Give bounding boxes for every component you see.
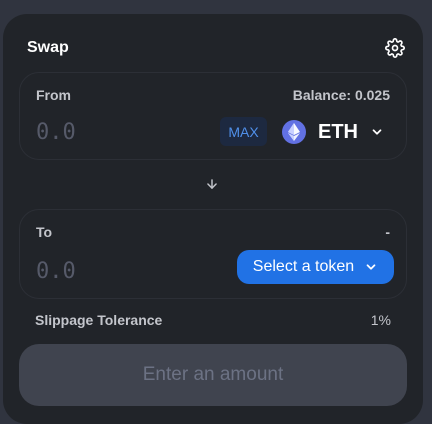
to-amount-input[interactable] — [36, 256, 186, 286]
swap-card: Swap From Balance: 0.025 MAX ETH — [3, 14, 423, 424]
to-panel: To - Select a token — [19, 209, 407, 299]
select-token-button[interactable]: Select a token — [237, 250, 394, 284]
slippage-label: Slippage Tolerance — [35, 312, 163, 328]
from-label: From — [36, 87, 71, 103]
slippage-row: Slippage Tolerance 1% — [35, 312, 391, 328]
enter-amount-button[interactable]: Enter an amount — [19, 344, 407, 406]
from-balance: Balance: 0.025 — [292, 87, 390, 103]
settings-button[interactable] — [383, 36, 407, 60]
to-label: To — [36, 224, 53, 240]
select-token-label: Select a token — [252, 258, 355, 275]
from-token-select[interactable]: ETH — [282, 117, 384, 147]
chevron-down-icon — [366, 264, 376, 270]
from-amount-input[interactable] — [36, 117, 186, 147]
slippage-value: 1% — [370, 312, 391, 328]
from-panel: From Balance: 0.025 MAX ETH — [19, 72, 407, 160]
arrow-down-icon — [207, 179, 217, 189]
max-button[interactable]: MAX — [220, 117, 267, 146]
swap-title: Swap — [27, 39, 69, 56]
ethereum-icon — [282, 120, 306, 144]
to-balance: - — [385, 224, 390, 240]
chevron-down-icon — [372, 129, 382, 135]
swap-header: Swap — [27, 36, 407, 60]
from-token-symbol: ETH — [318, 120, 358, 143]
gear-icon — [385, 38, 405, 58]
switch-tokens-button[interactable] — [204, 176, 220, 192]
